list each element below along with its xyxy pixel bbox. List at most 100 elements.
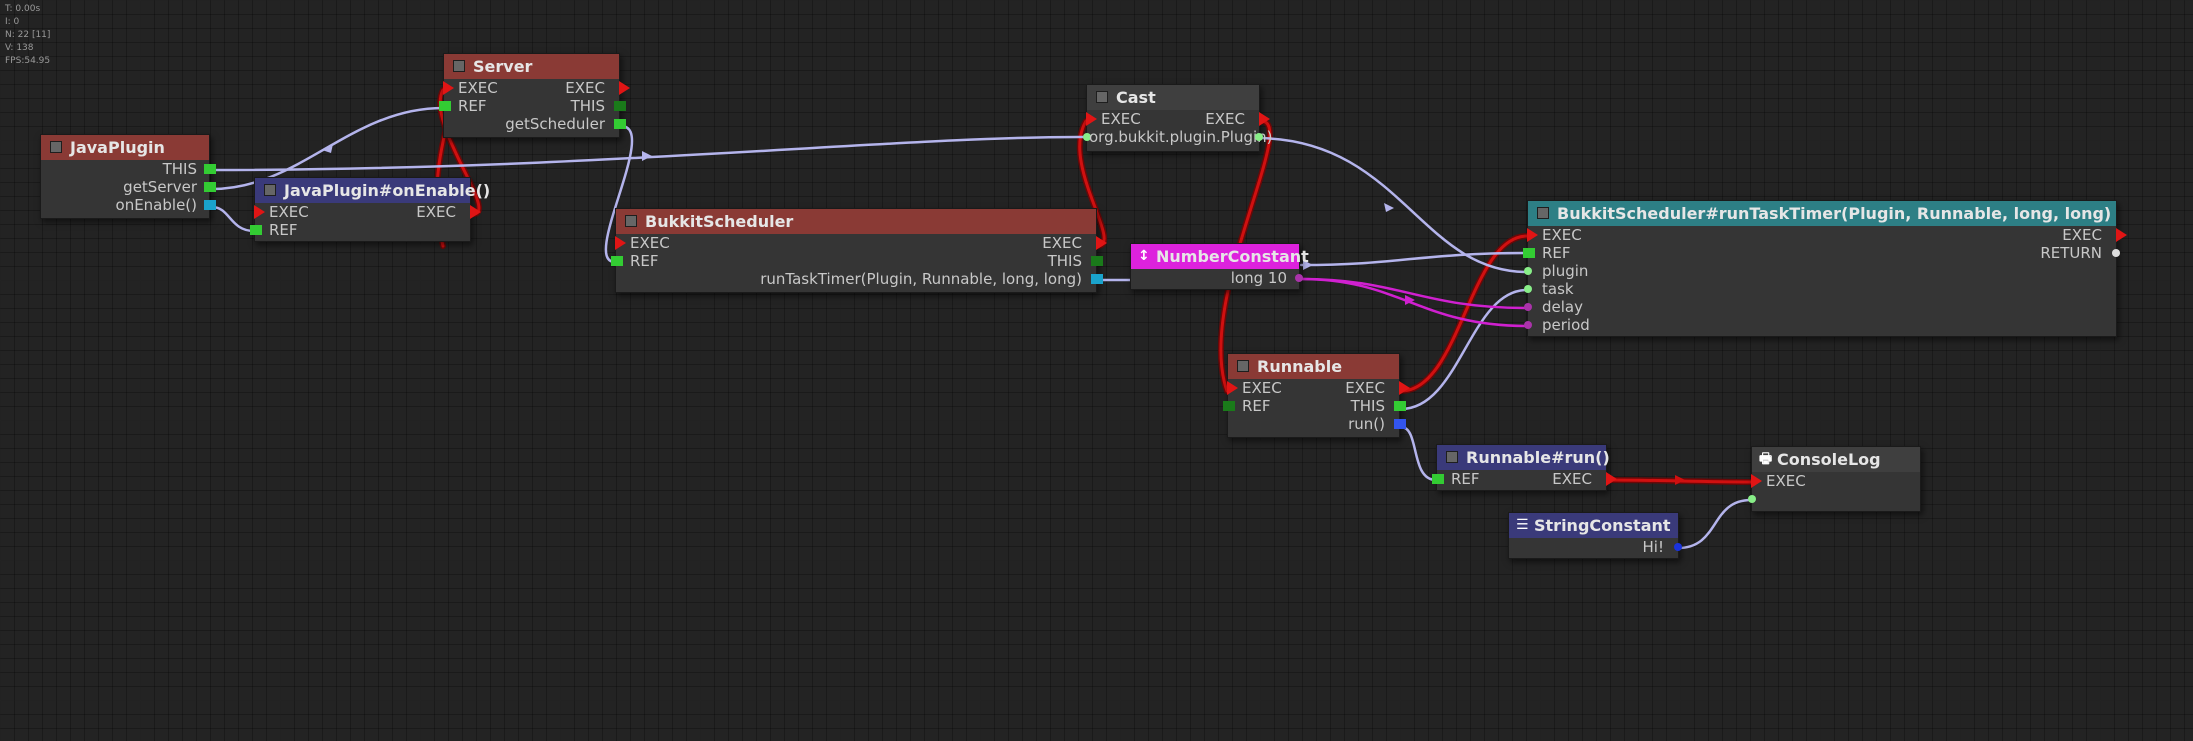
node-title[interactable]: Cast xyxy=(1087,85,1259,110)
period-input-port[interactable] xyxy=(1524,321,1532,329)
collapse-box-icon[interactable] xyxy=(264,184,276,196)
node-title-label: Server xyxy=(473,57,533,76)
number-output-port[interactable] xyxy=(1295,274,1303,282)
task-input-port[interactable] xyxy=(1524,285,1532,293)
output-label: long 10 xyxy=(1230,269,1287,287)
string-output-port[interactable] xyxy=(1674,543,1682,551)
exec-output-port[interactable] xyxy=(470,205,481,219)
node-title-label: Runnable#run() xyxy=(1466,448,1610,467)
node-title[interactable]: ↕ NumberConstant xyxy=(1131,244,1309,269)
output-label: Hi! xyxy=(1642,538,1664,556)
node-onenable[interactable]: JavaPlugin#onEnable() EXEC EXEC REF xyxy=(250,177,490,242)
node-title-label: Cast xyxy=(1116,88,1156,107)
input-label: org.bukkit.plugin.Plugin) xyxy=(1089,128,1273,146)
object-wire xyxy=(1399,425,1438,482)
node-javaplugin[interactable]: JavaPlugin THIS getServer onEnable() xyxy=(40,134,216,219)
node-stringconstant[interactable]: ☰ StringConstant Hi! xyxy=(1508,512,1682,559)
node-numberconstant[interactable]: ↕ NumberConstant long 10 xyxy=(1130,243,1309,290)
node-runnable[interactable]: Runnable EXEC EXEC REF THIS run() xyxy=(1223,353,1410,438)
collapse-box-icon[interactable] xyxy=(50,141,62,153)
message-input-port[interactable] xyxy=(1748,495,1756,503)
node-title[interactable]: Server xyxy=(444,54,619,79)
object-output-port[interactable] xyxy=(614,101,626,111)
node-title-label: Runnable xyxy=(1257,357,1343,376)
collapse-box-icon[interactable] xyxy=(1537,207,1549,219)
exec-input-port[interactable] xyxy=(254,205,265,219)
node-title[interactable]: Runnable#run() xyxy=(1437,445,1610,470)
ref-input-port[interactable] xyxy=(611,256,623,266)
ref-input-port[interactable] xyxy=(1523,248,1535,258)
node-title[interactable]: BukkitScheduler xyxy=(616,209,1096,234)
output-label: onEnable() xyxy=(115,196,197,214)
exec-input-port[interactable] xyxy=(1086,112,1097,126)
exec-input-port[interactable] xyxy=(615,236,626,250)
input-label: EXEC xyxy=(630,234,670,252)
node-title-label: BukkitScheduler xyxy=(645,212,794,231)
node-title-label: StringConstant xyxy=(1534,516,1671,535)
exec-output-port[interactable] xyxy=(1259,112,1270,126)
output-label: EXEC xyxy=(1552,470,1592,488)
plugin-input-port[interactable] xyxy=(1524,267,1532,275)
exec-output-port[interactable] xyxy=(619,81,630,95)
node-cast[interactable]: Cast EXEC EXEC org.bukkit.plugin.Plugin) xyxy=(1083,84,1273,152)
node-title[interactable]: Runnable xyxy=(1228,354,1399,379)
ref-input-port[interactable] xyxy=(439,101,451,111)
input-label: REF xyxy=(630,252,659,270)
node-title-label: ConsoleLog xyxy=(1777,450,1881,469)
collapse-box-icon[interactable] xyxy=(1446,451,1458,463)
output-label: runTaskTimer(Plugin, Runnable, long, lon… xyxy=(760,270,1082,288)
node-title-label: BukkitScheduler#runTaskTimer(Plugin, Run… xyxy=(1557,204,2112,223)
node-title[interactable]: 🖶 ConsoleLog xyxy=(1752,447,1920,472)
ref-output-port[interactable] xyxy=(204,182,216,192)
output-label: EXEC xyxy=(416,203,456,221)
output-label: EXEC xyxy=(2062,226,2102,244)
output-label: EXEC xyxy=(1042,234,1082,252)
exec-output-port[interactable] xyxy=(2116,228,2127,242)
node-title[interactable]: JavaPlugin xyxy=(41,135,209,160)
collapse-box-icon[interactable] xyxy=(1237,360,1249,372)
object-output-port[interactable] xyxy=(1091,256,1103,266)
exec-input-port[interactable] xyxy=(443,81,454,95)
delay-input-port[interactable] xyxy=(1524,303,1532,311)
exec-output-port[interactable] xyxy=(1399,381,1410,395)
collapse-box-icon[interactable] xyxy=(453,60,465,72)
output-label: run() xyxy=(1348,415,1385,433)
input-label: REF xyxy=(269,221,298,239)
collapse-box-icon[interactable] xyxy=(1096,91,1108,103)
ref-input-port[interactable] xyxy=(250,225,262,235)
node-runtasktimer[interactable]: BukkitScheduler#runTaskTimer(Plugin, Run… xyxy=(1523,200,2127,337)
input-label: EXEC xyxy=(1542,226,1582,244)
input-label: period xyxy=(1542,316,1590,334)
input-label: REF xyxy=(1542,244,1571,262)
plugin-output-port[interactable] xyxy=(1255,133,1263,141)
node-title[interactable]: BukkitScheduler#runTaskTimer(Plugin, Run… xyxy=(1528,201,2116,226)
printer-icon: 🖶 xyxy=(1759,451,1773,467)
ref-input-port[interactable] xyxy=(1432,474,1444,484)
node-runnablerun[interactable]: Runnable#run() REF EXEC xyxy=(1432,444,1617,491)
output-label: getServer xyxy=(123,178,197,196)
exec-input-port[interactable] xyxy=(1751,474,1762,488)
output-label: EXEC xyxy=(1345,379,1385,397)
method-output-port[interactable] xyxy=(1091,274,1103,284)
node-title[interactable]: JavaPlugin#onEnable() xyxy=(255,178,490,203)
ref-output-port[interactable] xyxy=(1394,401,1406,411)
runnable-output-port[interactable] xyxy=(1394,419,1406,429)
method-output-port[interactable] xyxy=(204,200,216,210)
object-wire xyxy=(210,205,256,233)
exec-output-port[interactable] xyxy=(1096,236,1107,250)
output-label: THIS xyxy=(570,97,605,115)
node-server[interactable]: Server EXEC EXEC REF THIS getScheduler xyxy=(439,53,630,138)
node-consolelog[interactable]: 🖶 ConsoleLog EXEC xyxy=(1748,446,1921,512)
exec-input-port[interactable] xyxy=(1227,381,1238,395)
return-output-port[interactable] xyxy=(2112,249,2120,257)
ref-input-port[interactable] xyxy=(1223,401,1235,411)
exec-output-port[interactable] xyxy=(1606,472,1617,486)
graph-canvas[interactable]: T: 0.00s I: 0 N: 22 [11] V: 138 FPS:54.9… xyxy=(0,0,2193,741)
node-bukkitscheduler[interactable]: BukkitScheduler EXEC EXEC REF THIS runTa… xyxy=(611,208,1107,293)
node-title[interactable]: ☰ StringConstant xyxy=(1509,513,1678,538)
collapse-box-icon[interactable] xyxy=(625,215,637,227)
object-wire xyxy=(1676,498,1753,550)
exec-input-port[interactable] xyxy=(1527,228,1538,242)
ref-output-port[interactable] xyxy=(204,164,216,174)
ref-output-port[interactable] xyxy=(614,119,626,129)
